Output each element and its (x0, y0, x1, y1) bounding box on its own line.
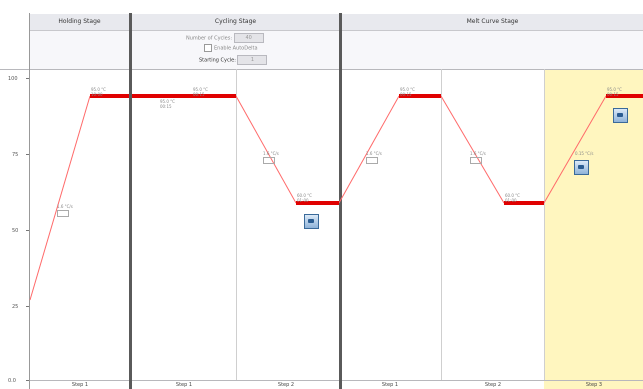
ramp-line[interactable] (338, 95, 400, 204)
ramp-rate-label[interactable]: 1.6 °C/s (366, 151, 382, 164)
step-label: Step 3 (585, 382, 603, 388)
step-data-label[interactable]: 95.0 °C 00:15 (193, 87, 208, 97)
data-collection-icon[interactable] (304, 214, 319, 229)
ramp-rate-label[interactable]: 1.6 °C/s (470, 151, 486, 164)
ramp-rate-label[interactable]: 1.6 °C/s (263, 151, 279, 164)
ramp-line[interactable] (543, 95, 607, 204)
step-time: 00:15 (607, 92, 619, 97)
step-data-label[interactable]: 60.0 °C 01:00 (297, 193, 312, 203)
step-data-label[interactable]: 95.0 °C 00:15 (160, 99, 175, 109)
ramp-rate: 1.6 °C/s (366, 151, 382, 156)
ramp-line[interactable] (440, 95, 505, 204)
ramp-rate-label[interactable]: 1.6 °C/s (57, 204, 73, 217)
ramp-rate: 1.6 °C/s (470, 151, 486, 156)
step-data-label[interactable]: 95.0 °C 10:00 (91, 87, 106, 97)
step-label: Step 2 (484, 382, 502, 388)
ramp-rate-label[interactable]: 0.15 °C/s (575, 151, 593, 156)
step-time: 10:00 (91, 92, 103, 97)
step-time: 00:15 (160, 104, 172, 109)
step-time: 00:15 (193, 92, 205, 97)
step-time: 01:00 (505, 198, 517, 203)
ramp-rate: 0.15 °C/s (575, 151, 594, 156)
step-time: 00:15 (400, 92, 412, 97)
step-label: Step 1 (71, 382, 89, 388)
step-data-label[interactable]: 95.0 °C 00:15 (400, 87, 415, 97)
step-label: Step 1 (381, 382, 399, 388)
step-data-label[interactable]: 95.0 °C 00:15 (607, 87, 622, 97)
step-time: 01:00 (297, 198, 309, 203)
step-label: Step 2 (277, 382, 295, 388)
step-label: Step 1 (175, 382, 193, 388)
ramp-line[interactable] (235, 95, 297, 204)
ramp-rate: 1.6 °C/s (263, 151, 279, 156)
temperature-profile (29, 94, 643, 301)
data-collection-icon[interactable] (613, 108, 628, 123)
hold-segments (90, 94, 643, 205)
step-data-label[interactable]: 60.0 °C 01:00 (505, 193, 520, 203)
data-collection-icon[interactable] (574, 160, 589, 175)
ramp-line[interactable] (29, 95, 91, 301)
ramp-rate: 1.6 °C/s (57, 204, 73, 209)
